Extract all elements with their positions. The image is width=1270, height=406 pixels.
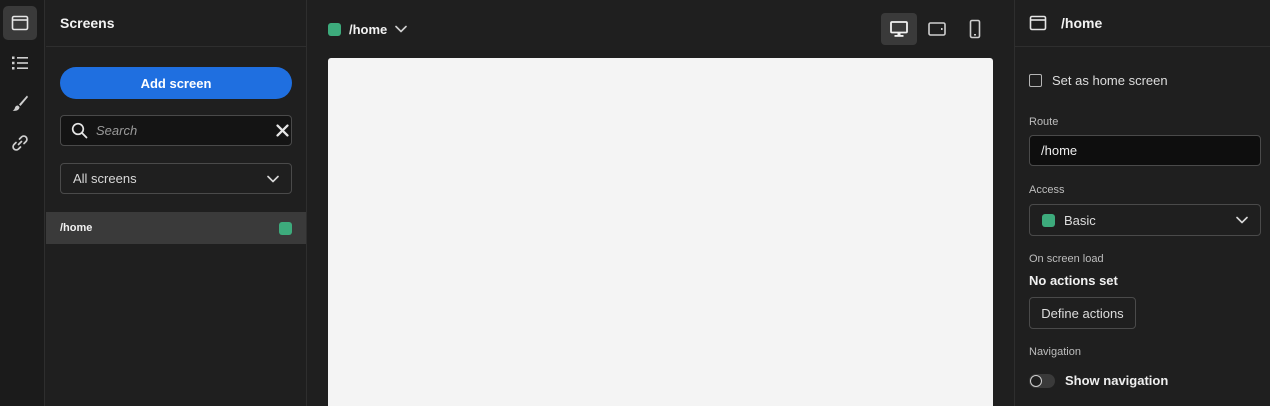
screen-filter-select[interactable]: All screens xyxy=(60,163,292,194)
rail-screens-button[interactable] xyxy=(3,6,37,40)
route-selector[interactable]: /home xyxy=(328,18,408,40)
tablet-icon xyxy=(928,22,946,36)
access-select-value: Basic xyxy=(1064,212,1096,228)
rail-links-button[interactable] xyxy=(3,126,37,160)
access-select[interactable]: Basic xyxy=(1029,204,1261,236)
screens-panel-title: Screens xyxy=(46,0,306,47)
add-screen-button[interactable]: Add screen xyxy=(60,67,292,99)
search-icon xyxy=(71,122,88,139)
tablet-preview-button[interactable] xyxy=(919,13,955,45)
route-status-indicator xyxy=(328,22,341,36)
screen-status-indicator xyxy=(279,221,292,235)
set-home-screen-row[interactable]: Set as home screen xyxy=(1029,73,1168,88)
screen-settings-panel: /home Set as home screen Route /home Acc… xyxy=(1014,0,1270,406)
screens-panel: Screens Add screen All screens /home xyxy=(46,0,307,406)
chevron-down-icon xyxy=(395,25,408,33)
settings-header: /home xyxy=(1015,0,1270,47)
chevron-down-icon xyxy=(1236,216,1248,224)
screen-route-label: /home xyxy=(60,222,93,234)
route-input[interactable]: /home xyxy=(1029,135,1261,166)
desktop-preview-button[interactable] xyxy=(881,13,917,45)
mobile-preview-button[interactable] xyxy=(957,13,993,45)
brush-icon xyxy=(12,95,28,111)
screen-list-item[interactable]: /home xyxy=(46,212,306,244)
screens-icon xyxy=(11,15,29,31)
rail-theme-button[interactable] xyxy=(3,86,37,120)
navigation-label: Navigation xyxy=(1029,346,1081,358)
mobile-icon xyxy=(969,19,981,39)
clear-search-icon[interactable] xyxy=(274,122,291,139)
no-actions-text: No actions set xyxy=(1029,273,1118,288)
route-selector-label: /home xyxy=(349,21,388,37)
settings-title: /home xyxy=(1061,15,1103,31)
rail-components-button[interactable] xyxy=(3,46,37,80)
search-field[interactable] xyxy=(60,115,292,146)
on-screen-load-label: On screen load xyxy=(1029,253,1104,265)
canvas-area: /home xyxy=(308,0,1013,406)
set-home-screen-checkbox[interactable] xyxy=(1029,74,1042,87)
define-actions-button[interactable]: Define actions xyxy=(1029,297,1136,329)
icon-rail xyxy=(0,0,45,406)
screen-filter-value: All screens xyxy=(73,171,137,186)
list-icon xyxy=(12,56,28,70)
search-input[interactable] xyxy=(96,123,274,138)
access-level-indicator xyxy=(1042,213,1055,227)
link-icon xyxy=(12,135,28,151)
show-navigation-label: Show navigation xyxy=(1065,373,1169,388)
route-field-label: Route xyxy=(1029,116,1059,128)
screen-canvas[interactable] xyxy=(328,58,993,406)
show-navigation-toggle[interactable] xyxy=(1029,373,1055,388)
chevron-down-icon xyxy=(267,175,279,182)
desktop-icon xyxy=(890,21,908,37)
screen-icon xyxy=(1029,15,1047,31)
set-home-screen-label: Set as home screen xyxy=(1052,73,1168,88)
access-field-label: Access xyxy=(1029,184,1065,196)
show-navigation-row[interactable]: Show navigation xyxy=(1029,373,1168,388)
